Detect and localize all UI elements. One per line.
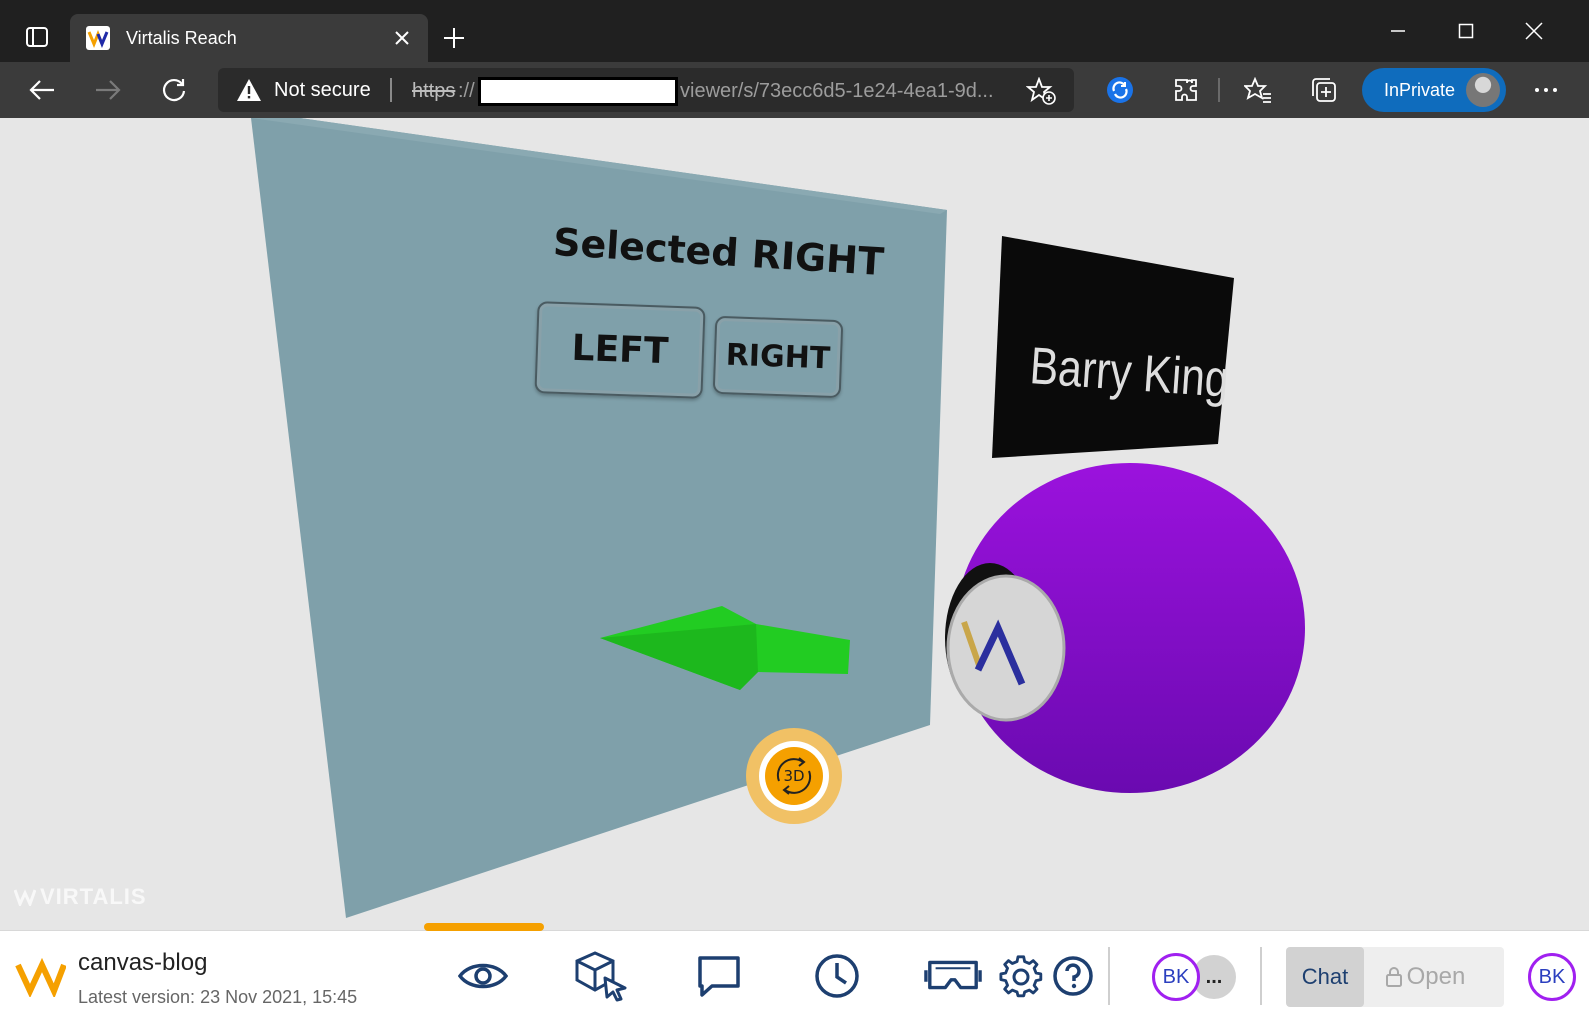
security-status-label[interactable]: Not secure [274,79,371,102]
vr-headset-icon [924,960,982,990]
tab-actions-icon [26,27,48,47]
sync-icon [1107,77,1133,103]
close-icon [395,31,409,45]
favorites-button[interactable] [1236,70,1280,110]
lock-icon [1385,967,1402,987]
comment-icon [698,956,740,997]
3d-rotate-mode-button[interactable]: 3D [746,728,842,824]
browser-tab[interactable]: Virtalis Reach [70,14,428,62]
active-tab-indicator [424,923,544,931]
right-button-label: RIGHT [725,337,831,377]
3d-viewport[interactable]: Selected RIGHT LEFT RIGHT Barry King 3D … [0,118,1589,930]
comments-button[interactable] [690,947,748,1005]
history-button[interactable] [808,947,866,1005]
browser-toolbar: Not secure https :// viewer/s/73ecc6d5-1… [0,62,1589,118]
tab-title: Virtalis Reach [126,28,237,48]
virtalis-watermark: VIRTALIS [14,884,147,910]
new-tab-button[interactable] [440,24,468,52]
maximize-button[interactable] [1446,16,1486,46]
right-button[interactable]: RIGHT [712,315,844,399]
gear-icon [999,955,1043,998]
url-path: viewer/s/73ecc6d5-1e24-4ea1-9d... [680,80,994,102]
favorites-icon [1244,77,1271,103]
sync-button[interactable] [1098,70,1142,110]
more-icon [1535,88,1557,92]
project-name: canvas-blog [78,949,208,976]
profile-avatar-icon [1466,73,1500,107]
minimize-button[interactable] [1378,16,1418,46]
vr-mode-button[interactable] [924,947,982,1005]
bar-separator [1108,947,1110,1005]
tab-actions-button[interactable] [14,20,60,54]
address-separator [390,78,392,102]
open-session-button[interactable]: Open [1346,947,1504,1007]
collections-icon [1312,78,1336,102]
warning-icon [237,79,261,101]
tab-close-button[interactable] [390,26,414,50]
back-button[interactable] [20,70,64,110]
left-button-label: LEFT [570,327,670,373]
left-button[interactable]: LEFT [534,301,706,399]
url-scheme: https [412,80,456,102]
virtalis-logo-icon [14,889,36,906]
minimize-icon [1391,30,1405,32]
toolbar-separator [1218,78,1220,102]
project-version: Latest version: 23 Nov 2021, 15:45 [78,987,358,1007]
forward-button[interactable] [86,70,130,110]
open-session-label: Open [1406,963,1466,990]
collections-button[interactable] [1302,70,1346,110]
settings-button[interactable] [992,947,1050,1005]
extensions-icon [1175,79,1197,101]
inprivate-profile-button[interactable]: InPrivate [1362,68,1506,112]
chat-button[interactable]: Chat [1286,947,1364,1007]
url-redaction-box [478,77,678,106]
watermark-text: VIRTALIS [40,884,147,909]
view-button[interactable] [454,947,512,1005]
virtalis-app-logo-icon [15,957,66,997]
back-icon [29,80,54,100]
close-window-button[interactable] [1514,16,1554,46]
plus-icon [444,28,464,48]
inprivate-label: InPrivate [1384,80,1456,100]
browser-tab-strip: Virtalis Reach [0,0,1589,62]
select-button[interactable] [572,947,630,1005]
eye-icon [458,963,508,989]
add-favorite-icon[interactable] [1026,77,1056,105]
url-scheme-separator: :// [458,80,475,102]
help-icon [1053,956,1093,996]
address-bar[interactable]: Not secure https :// viewer/s/73ecc6d5-1… [218,68,1074,112]
rotate-icon: 3D [765,747,823,805]
forward-icon [96,80,121,100]
settings-more-button[interactable] [1524,70,1568,110]
maximize-icon [1458,23,1474,39]
refresh-button[interactable] [152,70,196,110]
extensions-button[interactable] [1164,70,1208,110]
close-window-icon [1525,22,1543,40]
current-user-avatar[interactable]: BK [1528,953,1576,1001]
virtalis-favicon-icon [86,26,110,50]
cube-select-icon [575,951,627,1002]
viewer-bottom-bar: canvas-blog Latest version: 23 Nov 2021,… [0,923,1589,1020]
bar-separator [1260,947,1262,1005]
refresh-icon [162,78,186,102]
session-user-avatar[interactable]: BK [1152,953,1200,1001]
clock-icon [815,954,859,998]
help-button[interactable] [1044,947,1102,1005]
3d-rotate-ring: 3D [759,741,829,811]
